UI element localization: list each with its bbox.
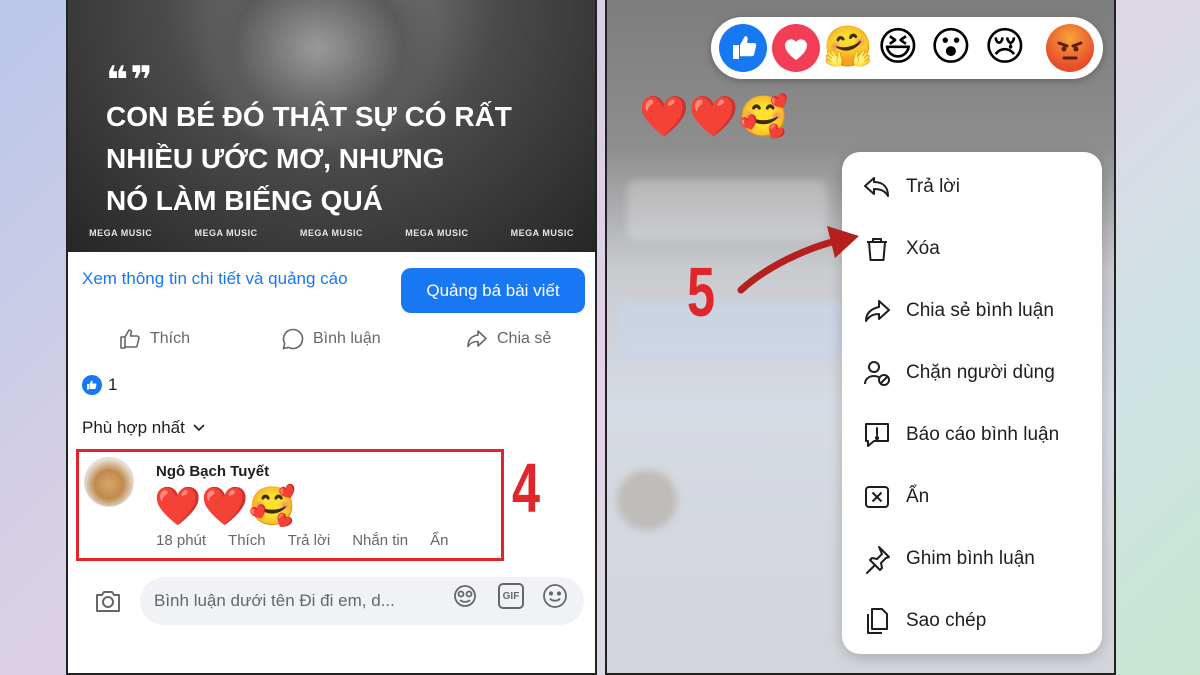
menu-item-reply[interactable]: Trả lời <box>842 167 1102 207</box>
boost-post-button[interactable]: Quảng bá bài viết <box>401 268 585 313</box>
like-button[interactable]: Thích <box>118 322 190 356</box>
share-arrow-icon <box>467 330 487 348</box>
comment-content: ❤️❤️🥰 <box>154 484 296 528</box>
menu-item-share[interactable]: Chia sẻ bình luận <box>842 291 1102 331</box>
reaction-picker: 🤗 😆 😮 😢 <box>711 17 1103 79</box>
like-reaction-icon[interactable] <box>719 24 767 72</box>
post-action-bar: Thích Bình luận Chia sẻ <box>68 322 595 356</box>
menu-label: Báo cáo bình luận <box>906 424 1060 445</box>
comment-button[interactable]: Bình luận <box>281 322 381 356</box>
chevron-down-icon <box>193 424 205 432</box>
step-4-label: 4 <box>512 449 541 527</box>
thumbs-up-icon <box>120 329 140 349</box>
blurred-background <box>617 470 677 530</box>
comment-reply-link[interactable]: Trả lời <box>288 532 331 549</box>
haha-reaction-icon[interactable]: 😆 <box>877 23 919 71</box>
reply-icon <box>864 177 889 197</box>
menu-item-hide[interactable]: Ẩn <box>842 477 1102 517</box>
copy-icon <box>867 608 888 634</box>
right-phone-screen: 🤗 😆 😮 😢 ❤️❤️🥰 Trả lời Xóa Chia sẻ bình l… <box>605 0 1116 675</box>
red-arrow-icon <box>737 226 859 294</box>
quote-line: NHIỀU ƯỚC MƠ, NHƯNG <box>106 143 445 174</box>
menu-label: Chặn người dùng <box>906 362 1055 383</box>
insights-link[interactable]: Xem thông tin chi tiết và quảng cáo <box>82 266 382 291</box>
menu-label: Chia sẻ bình luận <box>906 300 1054 321</box>
share-button[interactable]: Chia sẻ <box>465 322 551 356</box>
watermark-row: MEGA MUSIC MEGA MUSIC MEGA MUSIC MEGA MU… <box>68 228 595 238</box>
comment-author[interactable]: Ngô Bạch Tuyết <box>156 463 269 480</box>
quote-mark: ❝❞ <box>106 60 155 102</box>
comment-composer: Bình luận dưới tên Đi đi em, d... GIF <box>68 571 595 631</box>
watermark: MEGA MUSIC <box>299 228 364 238</box>
gif-icon[interactable]: GIF <box>498 583 524 609</box>
comment-sort-dropdown[interactable]: Phù hợp nhất <box>82 418 205 438</box>
hide-icon <box>865 486 889 508</box>
step-5-label: 5 <box>687 253 716 331</box>
blurred-background <box>617 300 847 360</box>
menu-item-copy[interactable]: Sao chép <box>842 601 1102 641</box>
pin-icon <box>866 546 890 574</box>
menu-label: Xóa <box>906 238 940 259</box>
quote-line: CON BÉ ĐÓ THẬT SỰ CÓ RẤT <box>106 101 512 132</box>
camera-icon[interactable] <box>94 588 122 614</box>
report-icon <box>865 423 889 447</box>
wow-reaction-icon[interactable]: 😮 <box>930 23 972 71</box>
left-phone-screen: ❝❞ CON BÉ ĐÓ THẬT SỰ CÓ RẤT NHIỀU ƯỚC MƠ… <box>66 0 597 675</box>
menu-label: Sao chép <box>906 610 987 631</box>
share-icon <box>865 300 890 322</box>
comment-input-placeholder: Bình luận dưới tên Đi đi em, d... <box>154 591 395 610</box>
comment-message-link[interactable]: Nhắn tin <box>352 532 408 549</box>
love-reaction-icon[interactable] <box>772 24 820 72</box>
menu-item-block-user[interactable]: Chặn người dùng <box>842 353 1102 393</box>
comment-meta: 18 phút Thích Trả lời Nhắn tin Ẩn <box>156 532 470 549</box>
comment-label: Bình luận <box>313 330 381 347</box>
comment-context-menu: Trả lời Xóa Chia sẻ bình luận Chặn người… <box>842 152 1102 654</box>
trash-icon <box>867 238 887 261</box>
selected-comment-preview: ❤️❤️🥰 <box>639 94 789 140</box>
care-reaction-icon[interactable]: 🤗 <box>823 23 873 71</box>
sort-label: Phù hợp nhất <box>82 418 185 437</box>
quote-text: CON BÉ ĐÓ THẬT SỰ CÓ RẤT NHIỀU ƯỚC MƠ, N… <box>106 96 546 222</box>
highlighted-comment[interactable]: Ngô Bạch Tuyết ❤️❤️🥰 18 phút Thích Trả l… <box>76 449 504 561</box>
post-image[interactable]: ❝❞ CON BÉ ĐÓ THẬT SỰ CÓ RẤT NHIỀU ƯỚC MƠ… <box>68 0 595 252</box>
watermark: MEGA MUSIC <box>510 228 574 238</box>
avatar-sticker-icon[interactable] <box>452 583 478 609</box>
comment-like-link[interactable]: Thích <box>228 532 266 549</box>
menu-item-pin[interactable]: Ghim bình luận <box>842 539 1102 579</box>
comment-bubble-icon <box>282 328 304 350</box>
menu-label: Ẩn <box>906 486 930 507</box>
menu-item-report[interactable]: Báo cáo bình luận <box>842 415 1102 455</box>
like-badge-icon <box>82 375 102 395</box>
menu-item-delete[interactable]: Xóa <box>842 229 1102 269</box>
watermark: MEGA MUSIC <box>405 228 469 238</box>
like-count: 1 <box>108 375 118 394</box>
watermark: MEGA MUSIC <box>194 228 258 238</box>
sad-reaction-icon[interactable]: 😢 <box>984 23 1026 71</box>
like-label: Thích <box>150 330 191 347</box>
angry-reaction-icon[interactable] <box>1046 24 1094 72</box>
block-user-icon <box>864 361 890 386</box>
quote-line: NÓ LÀM BIẾNG QUÁ <box>106 185 383 216</box>
menu-label: Ghim bình luận <box>906 548 1035 569</box>
emoji-icon[interactable] <box>542 583 568 609</box>
reaction-summary[interactable]: 1 <box>82 375 117 395</box>
avatar[interactable] <box>84 457 134 507</box>
comment-hide-link[interactable]: Ẩn <box>430 532 448 549</box>
watermark: MEGA MUSIC <box>89 228 153 238</box>
comment-time: 18 phút <box>156 532 207 549</box>
share-label: Chia sẻ <box>497 330 552 347</box>
menu-label: Trả lời <box>906 176 960 197</box>
